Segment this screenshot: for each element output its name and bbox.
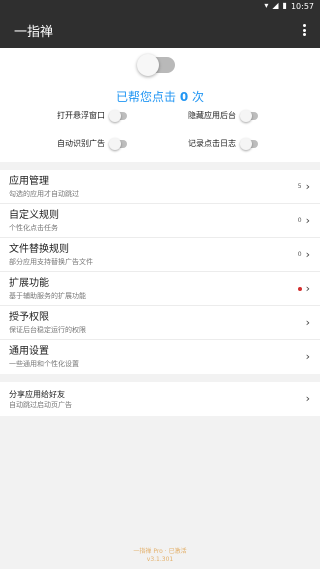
list-item-app-management[interactable]: 应用管理 勾选的应用才自动跳过 5 › [0,170,320,204]
notification-badge [297,286,302,291]
option-floating-window[interactable]: 打开悬浮窗口 [57,109,127,122]
chevron-right-icon: › [305,350,310,363]
list-item-file-replace-rules[interactable]: 文件替换规则 部分应用支持替换广告文件 0 › [0,238,320,272]
item-subtitle: 基于辅助服务的扩展功能 [9,291,86,300]
item-title: 通用设置 [9,346,49,357]
option-hide-background[interactable]: 隐藏应用后台 [188,109,258,122]
list-item-general-settings[interactable]: 通用设置 一些通用和个性化设置 › [0,340,320,374]
item-subtitle: 保证后台稳定运行的权限 [9,325,86,334]
item-title: 文件替换规则 [9,243,69,255]
footer-version: 一指禅 Pro · 已激活 v3.1.301 [0,548,320,564]
option-log-clicks[interactable]: 记录点击日志 [188,137,258,150]
item-title: 自定义规则 [9,209,59,221]
option-label: 打开悬浮窗口 [57,111,105,120]
log-clicks-toggle[interactable] [240,137,258,150]
item-title: 应用管理 [9,175,49,187]
toggle-knob [240,137,252,150]
floating-window-toggle[interactable] [109,109,127,122]
settings-list: 应用管理 勾选的应用才自动跳过 5 › 自定义规则 个性化点击任务 0 › 文件… [0,170,320,374]
toggle-knob [240,109,252,122]
option-label: 记录点击日志 [188,139,236,148]
item-subtitle: 个性化点击任务 [9,223,58,232]
option-auto-detect-ads[interactable]: 自动识别广告 [57,137,127,150]
status-time: 10:57 [290,1,314,11]
chevron-right-icon: › [305,247,310,261]
hide-background-toggle[interactable] [240,109,258,122]
item-count: 5 [297,183,302,190]
signal-icon: ◢ [272,1,279,10]
chevron-right-icon: › [305,179,310,193]
item-title: 授予权限 [9,311,49,323]
battery-icon: ▮ [282,1,287,10]
list-item-custom-rules[interactable]: 自定义规则 个性化点击任务 0 › [0,204,320,238]
item-title: 扩展功能 [9,277,49,289]
chevron-right-icon: › [305,315,310,329]
app-title: 一指禅 [14,24,54,40]
toggle-knob [109,137,121,150]
chevron-right-icon: › [305,213,310,227]
options-layer: 打开悬浮窗口 隐藏应用后台 自动识别广告 记录点击日志 [0,48,320,162]
item-subtitle: 一些通用和个性化设置 [9,360,79,368]
more-vert-icon[interactable] [298,22,310,38]
footer-line2: v3.1.301 [146,556,174,563]
auto-detect-ads-toggle[interactable] [109,137,127,150]
status-bar: ▾ ◢ ▮ 10:57 [0,0,320,12]
item-count: 0 [297,217,302,224]
option-label: 自动识别广告 [57,139,105,148]
app-bar: 一指禅 [0,12,320,48]
share-app-item[interactable]: 分享应用给好友 自动跳过启动页广告 › [0,382,320,416]
share-title: 分享应用给好友 [9,389,65,399]
toggle-knob [109,109,121,122]
chevron-right-icon: › [305,281,310,295]
list-item-grant-permissions[interactable]: 授予权限 保证后台稳定运行的权限 › [0,306,320,340]
item-subtitle: 部分应用支持替换广告文件 [9,257,93,266]
option-label: 隐藏应用后台 [188,111,236,120]
wifi-icon: ▾ [264,1,269,10]
chevron-right-icon: › [305,392,310,405]
item-subtitle: 勾选的应用才自动跳过 [9,189,79,198]
list-item-extensions[interactable]: 扩展功能 基于辅助服务的扩展功能 › [0,272,320,306]
share-subtitle: 自动跳过启动页广告 [9,400,72,409]
item-count: 0 [297,251,302,258]
footer-line1: 一指禅 Pro · 已激活 [133,548,187,555]
